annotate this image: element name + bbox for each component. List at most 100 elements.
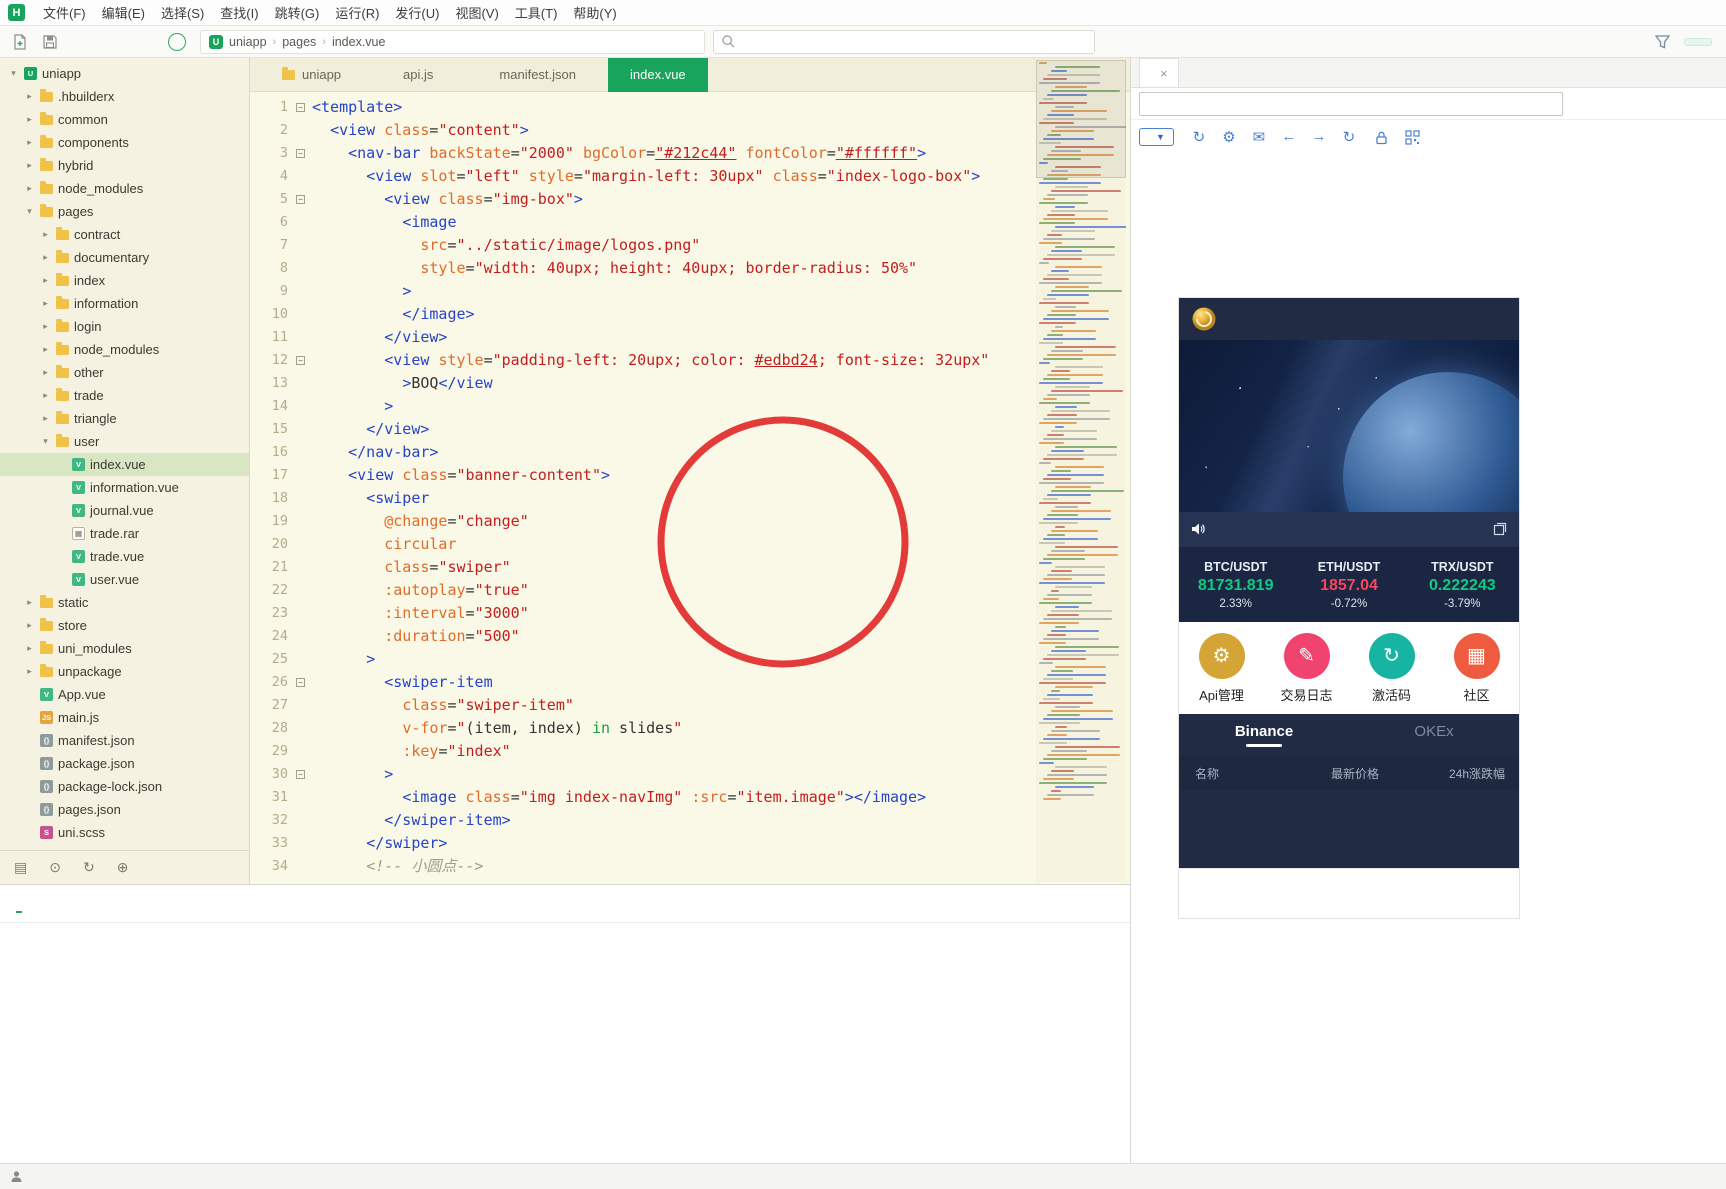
explorer-icon[interactable]: ▤ [14,859,27,876]
menu-item[interactable]: 编辑(E) [94,0,153,25]
tree-item[interactable]: ▸ trade [0,384,249,407]
tree-item[interactable]: Vuser.vue [0,568,249,591]
quick-link-item[interactable]: ↻ 激活码 [1349,632,1434,704]
notice-more-icon[interactable] [1493,522,1507,536]
editor-tab[interactable]: api.js [399,58,437,92]
preview-button[interactable] [1684,37,1712,46]
tree-item[interactable]: ▸ store [0,614,249,637]
menu-item[interactable]: 运行(R) [327,0,387,25]
lock-icon[interactable] [1374,130,1389,145]
maximize-button[interactable] [1658,0,1692,26]
exchange-tab[interactable]: Binance [1179,714,1349,756]
tree-item[interactable]: ▸ triangle [0,407,249,430]
console-tab[interactable] [16,895,22,913]
tree-item[interactable]: ▾ pages [0,200,249,223]
save-icon[interactable] [42,34,58,50]
menu-item[interactable]: 帮助(Y) [565,0,624,25]
fold-marker[interactable]: − [296,142,312,165]
menu-item[interactable]: 发行(U) [387,0,447,25]
tab-close-icon[interactable]: × [1160,66,1168,81]
banner-image[interactable] [1179,340,1519,512]
tree-item[interactable]: ▸ uni_modules [0,637,249,660]
file-tree[interactable]: ▾ Uuniapp ▸ .hbuilderx ▸ common ▸ components ▸ hy… [0,62,249,850]
breadcrumb-item[interactable]: uniapp [229,35,267,49]
tree-item[interactable]: ▸ common [0,108,249,131]
quick-link-item[interactable]: ⚙ Api管理 [1179,632,1264,704]
sync-icon[interactable]: ↻ [83,859,95,876]
back-icon[interactable]: ← [1280,128,1298,146]
tree-item[interactable]: Vinformation.vue [0,476,249,499]
tree-item[interactable]: Suni.scss [0,821,249,844]
menu-item[interactable]: 工具(T) [507,0,566,25]
ticker-item[interactable]: BTC/USDT 81731.819 2.33% [1179,547,1292,622]
tree-item[interactable]: ▸ documentary [0,246,249,269]
tree-item[interactable]: ▸ node_modules [0,338,249,361]
qrcode-icon[interactable] [1405,129,1420,145]
minimap-viewport[interactable] [1036,60,1126,178]
run-icon[interactable] [168,32,186,51]
editor-tab[interactable]: index.vue [608,57,708,92]
tree-item[interactable]: V App.vue [0,683,249,706]
code-editor[interactable]: 1− <template> 2 <view class="content"> 3− <… [250,93,1130,884]
quick-link-item[interactable]: ✎ 交易日志 [1264,632,1349,704]
tree-item[interactable]: ▸ components [0,131,249,154]
rotate-device-icon[interactable]: ↻ [1190,128,1208,146]
minimize-button[interactable] [1624,0,1658,26]
editor-tab[interactable]: manifest.json [495,58,580,92]
device-select[interactable]: ▼ [1139,128,1174,146]
notice-bar[interactable] [1179,512,1519,546]
tree-item[interactable]: ▸ hybrid [0,154,249,177]
tree-item[interactable]: ▸ contract [0,223,249,246]
tree-item[interactable]: Vindex.vue [0,453,249,476]
fold-marker[interactable]: − [296,96,312,119]
ticker-item[interactable]: TRX/USDT 0.222243 -3.79% [1406,547,1519,622]
tree-item[interactable]: ▸ login [0,315,249,338]
tree-item[interactable]: {} pages.json [0,798,249,821]
tree-item[interactable]: ▸ .hbuilderx [0,85,249,108]
tree-item[interactable]: ▸ node_modules [0,177,249,200]
filter-icon[interactable] [1655,34,1670,49]
quick-link-item[interactable]: ▦ 社区 [1434,632,1519,704]
fold-marker[interactable]: − [296,671,312,694]
fold-marker[interactable]: − [296,763,312,786]
settings-icon[interactable]: ⚙ [1220,128,1238,146]
breadcrumb-item[interactable]: pages [282,35,316,49]
tree-item[interactable]: {} package-lock.json [0,775,249,798]
browser-tab[interactable]: × [1139,58,1179,87]
close-button[interactable] [1692,0,1726,26]
fold-marker[interactable]: − [296,349,312,372]
new-file-icon[interactable] [12,33,28,50]
editor-project-selector[interactable]: uniapp [282,66,341,82]
forward-icon[interactable]: → [1310,128,1328,146]
tree-item[interactable]: ▾ user [0,430,249,453]
exchange-tab[interactable]: OKEx [1349,714,1519,756]
minimap[interactable] [1036,60,1126,882]
tree-item[interactable]: {} manifest.json [0,729,249,752]
tree-item[interactable]: ▸ static [0,591,249,614]
send-icon[interactable]: ✉ [1250,128,1268,146]
tree-item[interactable]: ▸ other [0,361,249,384]
debug-icon[interactable]: ⊙ [49,859,61,876]
ticker-item[interactable]: ETH/USDT 1857.04 -0.72% [1292,547,1405,622]
menu-item[interactable]: 查找(I) [212,0,266,25]
tree-item[interactable]: Vjournal.vue [0,499,249,522]
url-input[interactable] [1139,91,1563,116]
menu-item[interactable]: 视图(V) [447,0,506,25]
breadcrumb-item[interactable]: index.vue [332,35,386,49]
tree-item[interactable]: JS main.js [0,706,249,729]
line-number: 34 [271,858,288,874]
tree-item[interactable]: ▤ trade.rar [0,522,249,545]
tree-item[interactable]: ▸ unpackage [0,660,249,683]
menu-item[interactable]: 选择(S) [153,0,212,25]
plugin-icon[interactable]: ⊕ [117,859,129,876]
tree-item[interactable]: ▸ index [0,269,249,292]
menu-item[interactable]: 跳转(G) [267,0,328,25]
refresh-icon[interactable]: ↻ [1340,128,1358,146]
fold-marker[interactable]: − [296,188,312,211]
tree-item[interactable]: {} package.json [0,752,249,775]
tree-item[interactable]: ▸ information [0,292,249,315]
search-input[interactable] [713,29,1095,54]
tree-item[interactable]: ▾ Uuniapp [0,62,249,85]
tree-item[interactable]: Vtrade.vue [0,545,249,568]
menu-item[interactable]: 文件(F) [35,0,94,25]
